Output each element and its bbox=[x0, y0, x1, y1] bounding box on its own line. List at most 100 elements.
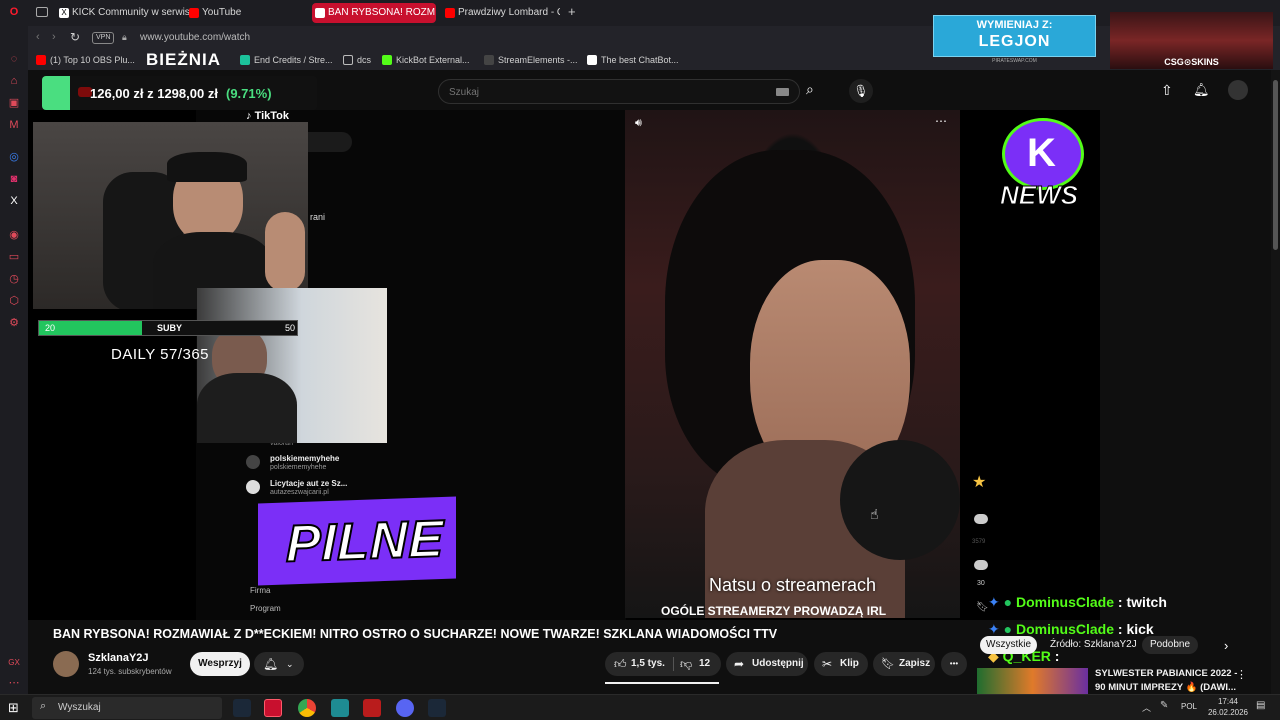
recommended-title-line2[interactable]: 90 MINUT IMPREZY 🔥 (DAWI... bbox=[1095, 682, 1236, 693]
steam-icon[interactable] bbox=[428, 699, 446, 717]
bieznia-progress-panel: 126,00 zł z 1298,00 zł (9.71%) bbox=[42, 76, 317, 110]
sidebar-wallet-icon[interactable]: ▭ bbox=[7, 250, 21, 264]
tab-ban-rybsona-active[interactable]: BAN RYBSONA! ROZM bbox=[312, 3, 436, 23]
thumbs-down-icon[interactable]: 👎︎ bbox=[680, 652, 692, 676]
sidebar-ai-icon[interactable]: ⌂ bbox=[7, 74, 21, 88]
clock-date[interactable]: 26.02.2026 bbox=[1200, 708, 1256, 717]
legjon-ad: WYMIENIAJ Z: LEGJON bbox=[933, 15, 1096, 57]
chat-username: DominusClade bbox=[1015, 594, 1114, 610]
second-cam-overlay bbox=[197, 288, 387, 443]
app-icon[interactable] bbox=[331, 699, 349, 717]
chatbot-favicon-icon bbox=[587, 55, 597, 65]
support-button[interactable]: Wesprzyj bbox=[190, 652, 250, 676]
bookmark-chatbot[interactable]: The best ChatBot... bbox=[587, 53, 679, 67]
instagram-icon[interactable]: ◙ bbox=[7, 172, 21, 186]
save-label: Zapisz bbox=[899, 658, 931, 669]
search-box[interactable] bbox=[438, 79, 800, 104]
recommended-more-icon[interactable]: ⋮ bbox=[1236, 668, 1247, 681]
comment-icon[interactable] bbox=[974, 560, 988, 570]
windows-taskbar: ⊞ ⌕ Wyszukaj ︿ ✎ POL 17:44 26.02.2026 ▤ bbox=[0, 694, 1280, 720]
tiktok-video-frame[interactable]: 🔊︎ ⋯ Natsu o streamerach OGÓLE STREAMERZ… bbox=[625, 110, 960, 618]
recommended-title-line1[interactable]: SYLWESTER PABIANICE 2022 - bbox=[1095, 668, 1237, 679]
back-icon[interactable]: ‹ bbox=[36, 31, 40, 43]
new-tab-button[interactable]: + bbox=[568, 4, 576, 19]
messenger-icon[interactable]: ◎ bbox=[7, 150, 21, 164]
bookmark-streamelements[interactable]: StreamElements -... bbox=[484, 53, 578, 67]
video-title: BAN RYBSONA! ROZMAWIAŁ Z D**ECKIEM! NITR… bbox=[53, 627, 778, 641]
volume-icon[interactable]: 🔊︎ bbox=[635, 117, 642, 130]
chip-similar[interactable]: Podobne bbox=[1142, 636, 1199, 654]
x-twitter-icon[interactable]: X bbox=[7, 194, 21, 208]
tab-youtube[interactable]: YouTube bbox=[186, 3, 306, 23]
search-input[interactable] bbox=[449, 84, 749, 100]
clip-button[interactable]: ✂ Klip bbox=[814, 652, 868, 676]
workspace-icon[interactable] bbox=[36, 7, 48, 17]
opera-gx-icon[interactable] bbox=[264, 699, 282, 717]
share-button[interactable]: ➦ Udostępnij bbox=[726, 652, 808, 676]
video-splitter-icon[interactable] bbox=[363, 699, 381, 717]
chevron-right-icon[interactable]: › bbox=[1224, 638, 1228, 653]
sidebar-cube-icon[interactable]: ⬡ bbox=[7, 294, 21, 308]
windows-start-icon[interactable]: ⊞ bbox=[8, 700, 19, 716]
bookmark-obs[interactable]: (1) Top 10 OBS Plu... bbox=[36, 53, 135, 67]
clock-time[interactable]: 17:44 bbox=[1208, 697, 1248, 706]
like-bubble-icon[interactable] bbox=[974, 514, 988, 524]
subscribed-bell-button[interactable]: 🔔︎ ⌄ bbox=[254, 652, 304, 676]
more-icon[interactable]: ⋯ bbox=[7, 676, 21, 690]
lock-icon: 🔒︎ bbox=[122, 32, 127, 42]
bookmark-end-credits[interactable]: End Credits / Stre... bbox=[240, 53, 333, 67]
sidebar-music-icon[interactable]: ◉ bbox=[7, 228, 21, 242]
channel-name[interactable]: SzklanaY2J bbox=[88, 652, 149, 664]
pen-icon[interactable]: ✎ bbox=[1160, 700, 1168, 711]
keyboard-icon[interactable] bbox=[776, 88, 789, 96]
settings-icon[interactable]: ⚙ bbox=[7, 316, 21, 330]
search-icon[interactable]: ⌕ bbox=[806, 81, 826, 101]
subs-goal-start: 20 bbox=[45, 323, 56, 333]
history-icon[interactable]: ◷ bbox=[7, 272, 21, 286]
more-options-icon[interactable]: ⋯ bbox=[935, 114, 947, 128]
steam-icon[interactable] bbox=[233, 699, 251, 717]
gx-icon[interactable]: GX bbox=[7, 656, 21, 670]
page-scrollbar[interactable] bbox=[1271, 70, 1280, 694]
channel-avatar[interactable] bbox=[53, 651, 79, 677]
opera-logo-icon[interactable]: O bbox=[7, 5, 21, 19]
badge-icon: ● bbox=[1003, 594, 1013, 610]
microphone-icon[interactable]: 🎙︎ bbox=[849, 79, 873, 103]
thumbs-up-icon[interactable]: 👍︎ bbox=[614, 652, 627, 676]
discord-icon[interactable] bbox=[396, 699, 414, 717]
more-actions-button[interactable]: ••• bbox=[941, 652, 967, 676]
language-indicator[interactable]: POL bbox=[1181, 702, 1197, 711]
bookmark-dcs[interactable]: dcs bbox=[343, 53, 371, 67]
like-count[interactable]: 1,5 tys. bbox=[631, 652, 665, 676]
notification-center-icon[interactable]: ▤ bbox=[1256, 700, 1265, 711]
tiktok-text-fragment: rani bbox=[310, 212, 326, 222]
upload-icon[interactable]: ⇧ bbox=[1161, 82, 1173, 99]
avatar[interactable] bbox=[1228, 80, 1248, 100]
scrollbar-thumb[interactable] bbox=[1273, 80, 1278, 250]
tab-kick-community[interactable]: X KICK Community w serwis bbox=[56, 3, 204, 23]
chrome-icon[interactable] bbox=[298, 699, 316, 717]
bieznia-percent: (9.71%) bbox=[226, 86, 272, 101]
cap-shape bbox=[167, 152, 247, 182]
tiktok-footer-link: Firma bbox=[250, 586, 271, 595]
star-icon[interactable]: ★ bbox=[972, 472, 986, 492]
notification-bell-icon[interactable]: 🔔︎ bbox=[1193, 82, 1210, 98]
chip-all[interactable]: Wszystkie bbox=[980, 636, 1037, 654]
sidebar-player-icon[interactable]: ▣ bbox=[7, 96, 21, 110]
tab-label: BAN RYBSONA! ROZM bbox=[328, 7, 436, 18]
recommended-thumbnail[interactable] bbox=[977, 668, 1088, 694]
tray-chevron-icon[interactable]: ︿ bbox=[1142, 701, 1151, 714]
sidebar-aria-icon[interactable]: ◌ bbox=[7, 52, 21, 66]
tab-prawdziwy-lombard[interactable]: Prawdziwy Lombard - Odc bbox=[442, 3, 560, 23]
vpn-badge[interactable]: VPN bbox=[92, 32, 115, 44]
bookmark-kickbot[interactable]: KickBot External... bbox=[382, 53, 470, 67]
save-button[interactable]: 🔖︎ Zapisz bbox=[873, 652, 935, 676]
reload-icon[interactable]: ↻ bbox=[70, 30, 80, 44]
chip-source[interactable]: Źródło: SzklanaY2J bbox=[1044, 636, 1143, 654]
dislike-count[interactable]: 12 bbox=[699, 652, 710, 676]
bookmark-icon[interactable]: 🔖︎ bbox=[976, 602, 989, 613]
sidebar-bookmark-icon[interactable]: M bbox=[7, 118, 21, 132]
forward-icon[interactable]: › bbox=[52, 31, 56, 43]
url-field[interactable]: www.youtube.com/watch bbox=[140, 32, 250, 43]
taskbar-search-box[interactable]: ⌕ Wyszukaj bbox=[32, 697, 222, 719]
